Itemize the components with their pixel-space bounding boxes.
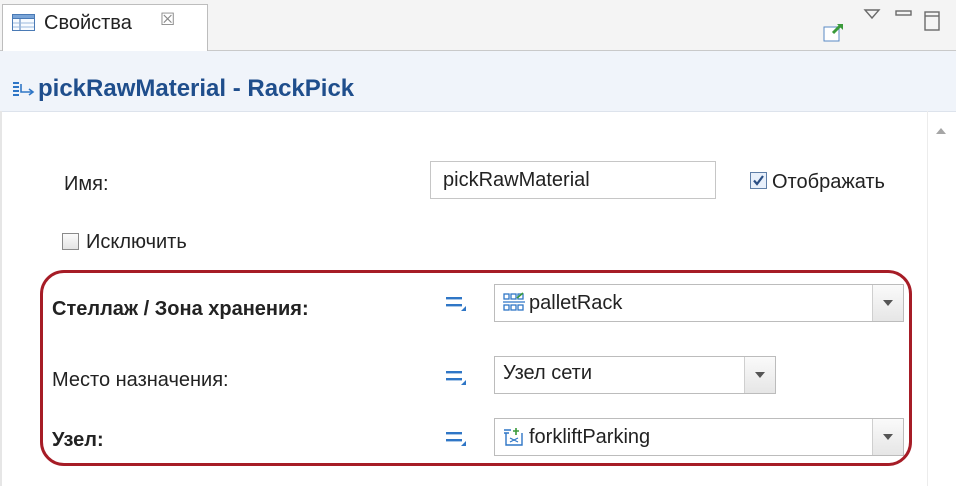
properties-icon bbox=[12, 14, 35, 31]
tab-label[interactable]: Свойства bbox=[44, 11, 132, 35]
page-title: pickRawMaterial - RackPick bbox=[38, 75, 355, 102]
show-checkbox-label[interactable]: Отображать bbox=[772, 170, 885, 194]
checkmark-icon bbox=[753, 175, 764, 186]
exclude-checkbox[interactable] bbox=[62, 233, 79, 250]
view-menu-icon[interactable] bbox=[862, 6, 882, 22]
panel-border bbox=[0, 111, 2, 486]
show-checkbox[interactable] bbox=[750, 172, 767, 189]
pin-view-icon[interactable] bbox=[823, 22, 845, 42]
rackpick-block-icon bbox=[13, 82, 35, 96]
exclude-checkbox-label[interactable]: Исключить bbox=[86, 230, 187, 254]
name-label: Имя: bbox=[64, 173, 109, 195]
close-tab-icon[interactable]: ☒ bbox=[160, 10, 175, 30]
minimize-icon[interactable] bbox=[893, 6, 915, 22]
maximize-icon[interactable] bbox=[923, 10, 941, 32]
name-input[interactable] bbox=[430, 161, 716, 199]
vertical-scrollbar[interactable] bbox=[928, 112, 956, 486]
scroll-up-icon[interactable] bbox=[935, 127, 947, 135]
highlight-annotation bbox=[40, 270, 912, 466]
